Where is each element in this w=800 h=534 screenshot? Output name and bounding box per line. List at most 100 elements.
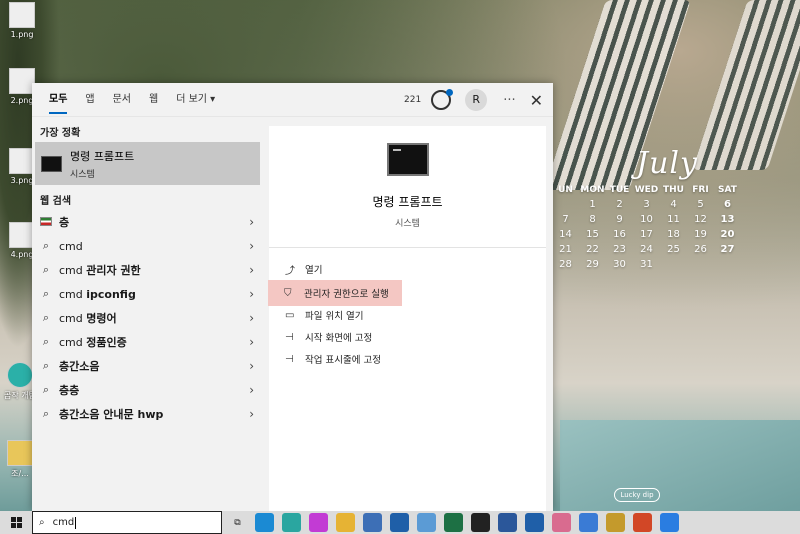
tab-all[interactable]: 모두: [40, 83, 76, 117]
web-result-label: cmd 관리자 권한: [59, 264, 141, 277]
calendar-month: July: [636, 146, 698, 181]
app-icon[interactable]: [390, 513, 409, 532]
calendar-day: 11: [667, 214, 680, 225]
preview-app-name: 명령 프롬프트: [372, 195, 443, 209]
chevron-right-icon[interactable]: ›: [249, 239, 254, 253]
calendar-day: 9: [616, 214, 623, 225]
app2-icon[interactable]: [525, 513, 544, 532]
web-result-item[interactable]: ⌕ cmd 관리자 권한 ›: [32, 258, 268, 282]
calendar-grid: UN MON TUE WED THU FRI SAT 1 2 3 4 5 6 7 8 9 10 11 12 13 14 1…: [552, 185, 800, 270]
tab-documents[interactable]: 문서: [104, 83, 140, 117]
app-shortcut-icon: [7, 362, 33, 388]
action-item[interactable]: ⛉ 관리자 권한으로 실행: [268, 280, 402, 306]
chevron-right-icon[interactable]: ›: [249, 383, 254, 397]
paint-icon[interactable]: [552, 513, 571, 532]
text-caret: [75, 516, 77, 529]
calendar-day: 19: [694, 229, 707, 240]
store-icon[interactable]: [579, 513, 598, 532]
action-item[interactable]: ⊣ 시작 화면에 고정: [269, 326, 546, 348]
pin-icon: ⊣: [285, 353, 294, 365]
desktop-icon-label: 3.png: [10, 176, 34, 185]
tab-apps[interactable]: 앱: [76, 83, 103, 117]
chevron-right-icon[interactable]: ›: [249, 311, 254, 325]
web-result-item[interactable]: ⌕ 층간소음 ›: [32, 354, 268, 378]
calendar-day: 4: [670, 199, 677, 210]
start-button[interactable]: [0, 511, 32, 534]
calendar-day: 26: [694, 244, 707, 255]
remote-icon[interactable]: [417, 513, 436, 532]
action-label: 작업 표시줄에 고정: [305, 355, 381, 366]
chevron-right-icon[interactable]: ›: [249, 287, 254, 301]
results-column: 가장 정확 명령 프롬프트 시스템 웹 검색 층 › ⌕ cmd › ⌕ cmd 관리자 권…: [32, 118, 268, 511]
calendar-day: 5: [697, 199, 704, 210]
best-match-title: 명령 프롬프트: [70, 149, 135, 163]
file-explorer-icon[interactable]: [336, 513, 355, 532]
web-result-item[interactable]: ⌕ cmd 명령어 ›: [32, 306, 268, 330]
camera-icon[interactable]: [471, 513, 490, 532]
calendar-weekday: MON: [580, 185, 605, 195]
best-match-item[interactable]: 명령 프롬프트 시스템: [35, 142, 260, 185]
action-label: 열기: [305, 265, 323, 276]
chevron-right-icon[interactable]: ›: [249, 407, 254, 421]
action-item[interactable]: ▭ 파일 위치 열기: [269, 304, 546, 326]
search-icon: ⌕: [39, 517, 45, 528]
rewards-icon[interactable]: [431, 89, 454, 110]
pin-icon: ⊣: [285, 331, 294, 343]
calendar-day: [552, 199, 579, 210]
windows-logo-icon: [10, 517, 22, 528]
action-item[interactable]: ⤴ 열기: [269, 258, 546, 280]
web-result-item[interactable]: ⌕ cmd ipconfig ›: [32, 282, 268, 306]
web-result-label: cmd: [59, 239, 83, 253]
game-icon[interactable]: [606, 513, 625, 532]
firefox-icon[interactable]: [309, 513, 328, 532]
calendar-day: 13: [720, 214, 735, 225]
desktop-icon-label: 1.png: [10, 30, 34, 39]
chevron-right-icon[interactable]: ›: [249, 215, 254, 229]
word-icon[interactable]: [498, 513, 517, 532]
action-label: 파일 위치 열기: [305, 311, 364, 322]
taskbar: ⌕ cmd ⧉: [0, 511, 800, 534]
edge-icon[interactable]: [255, 513, 274, 532]
wallpaper-badge: Lucky dip: [614, 488, 660, 502]
web-result-label: 층간소음 안내문 hwp: [59, 408, 164, 421]
calendar-day: 14: [559, 229, 572, 240]
action-item[interactable]: ⊣ 작업 표시줄에 고정: [269, 348, 546, 370]
tab-web[interactable]: 웹: [140, 83, 167, 117]
search-icon: ⌕: [42, 359, 50, 372]
more-options-button[interactable]: ···: [503, 93, 515, 108]
taskbar-search-input[interactable]: ⌕ cmd: [32, 511, 222, 534]
action-label: 시작 화면에 고정: [305, 333, 373, 344]
web-result-item[interactable]: ⌕ 층층 ›: [32, 378, 268, 402]
web-result-label: 층층: [59, 384, 80, 397]
calendar-day: 10: [640, 214, 653, 225]
open-icon: ⤴: [285, 265, 295, 277]
actions-list: ⤴ 열기 ⛉ 관리자 권한으로 실행 ▭ 파일 위치 열기 ⊣ 시작 화면에 고정 ⊣ 작업 표시…: [268, 258, 546, 370]
web-result-item[interactable]: ⌕ cmd 정품인증 ›: [32, 330, 268, 354]
search-panel: 모두 앱 문서 웹 더 보기 ▾ 221 R ··· ✕ 가장 정확 명령 프롬…: [32, 83, 553, 511]
edge-dev-icon[interactable]: [282, 513, 301, 532]
chevron-right-icon[interactable]: ›: [249, 359, 254, 373]
excel-icon[interactable]: [444, 513, 463, 532]
slides-icon[interactable]: [633, 513, 652, 532]
web-result-item[interactable]: ⌕ 층간소음 안내문 hwp ›: [32, 402, 268, 426]
search-icon: ⌕: [42, 287, 50, 300]
web-results-list: 층 › ⌕ cmd › ⌕ cmd 관리자 권한 › ⌕ cmd ipconfig › ⌕ cmd 명령…: [32, 210, 268, 426]
search-icon: ⌕: [42, 407, 50, 420]
topbar-right: 221 R ··· ✕: [404, 83, 543, 117]
web-result-item[interactable]: 층 ›: [32, 210, 268, 234]
avatar[interactable]: R: [465, 89, 488, 111]
close-button[interactable]: ✕: [530, 91, 543, 110]
best-match-subtitle: 시스템: [70, 169, 95, 180]
file-thumbnail-icon: [9, 2, 35, 28]
task-view-icon[interactable]: ⧉: [228, 513, 247, 532]
calendar-day: 31: [640, 259, 653, 270]
search-tabs-bar: 모두 앱 문서 웹 더 보기 ▾ 221 R ··· ✕: [32, 83, 553, 117]
web-search-heading: 웹 검색: [40, 196, 72, 207]
web-result-item[interactable]: ⌕ cmd ›: [32, 234, 268, 258]
chevron-right-icon[interactable]: ›: [249, 335, 254, 349]
tab-more[interactable]: 더 보기 ▾: [167, 83, 224, 117]
chevron-right-icon[interactable]: ›: [249, 263, 254, 277]
nav-icon[interactable]: [660, 513, 679, 532]
desktop-icon[interactable]: 1.png: [4, 2, 40, 39]
calculator-icon[interactable]: [363, 513, 382, 532]
